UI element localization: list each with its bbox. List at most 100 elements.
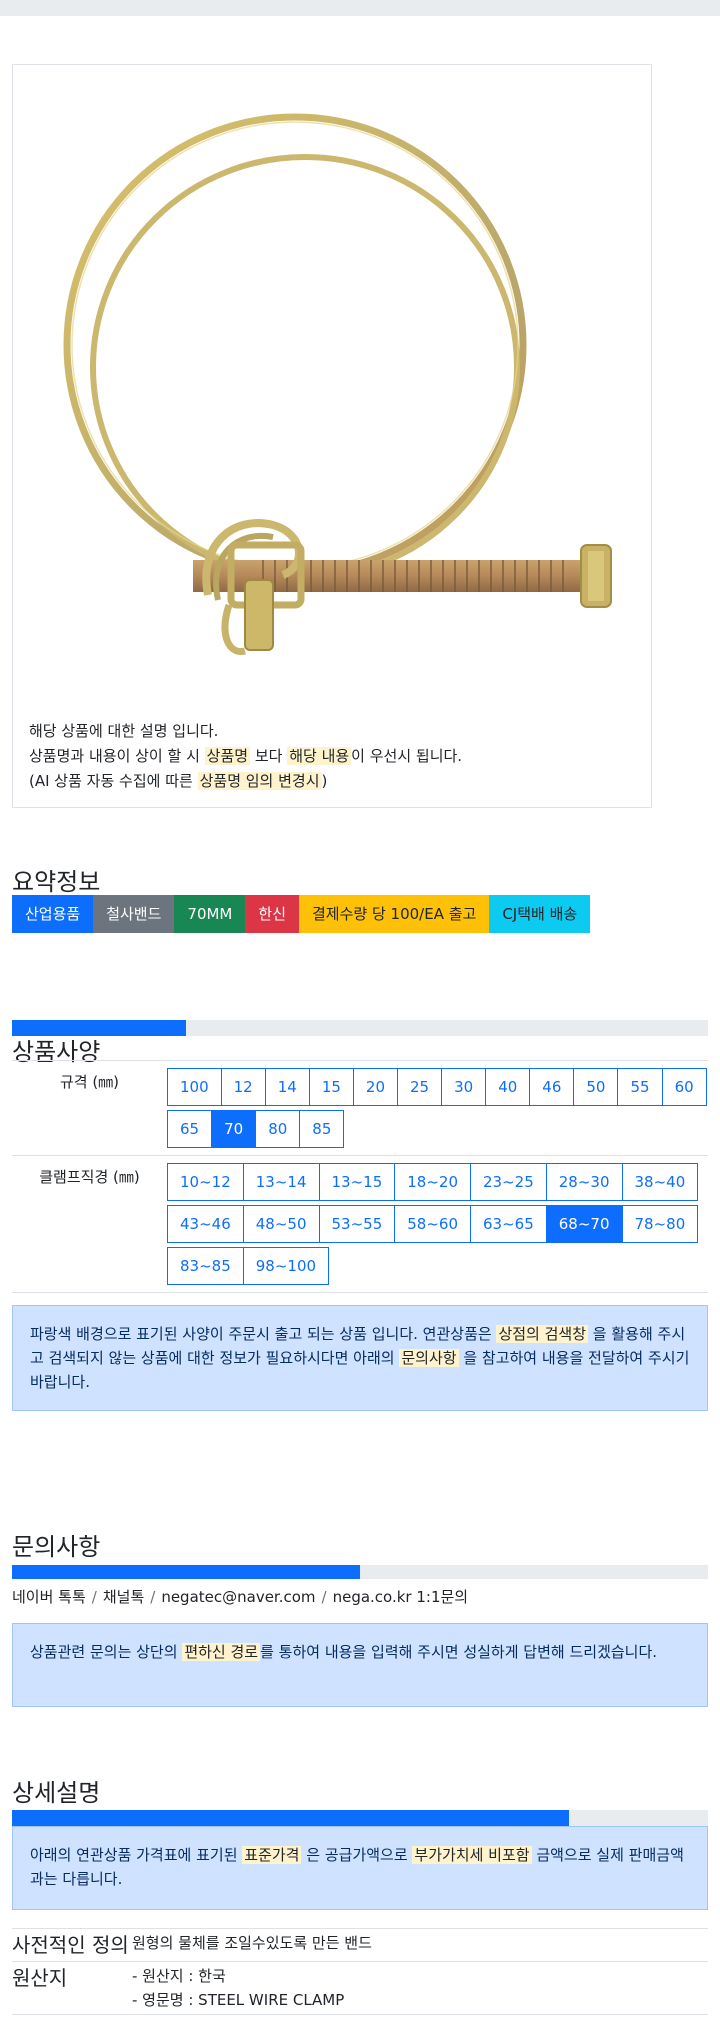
spec-label: 클램프직경 (㎜) — [39, 1168, 140, 1186]
progress-fill — [12, 1565, 360, 1579]
detail-value: - 원산지 : 한국 - 영문명 : STEEL WIRE CLAMP — [132, 1962, 708, 2014]
separator: / — [91, 1588, 97, 1606]
spec-option-button[interactable]: 38~40 — [621, 1163, 699, 1201]
detail-notice: 아래의 연관상품 가격표에 표기된 표준가격 은 공급가액으로 부가가치세 비포… — [12, 1826, 708, 1910]
spec-option-button[interactable]: 28~30 — [545, 1163, 623, 1201]
desc-text: ) — [321, 772, 328, 790]
inquiry-notice: 상품관련 문의는 상단의 편하신 경로 를 통하여 내용을 입력해 주시면 성실하… — [12, 1623, 708, 1707]
detail-key: 사전적인 정의 — [12, 1933, 129, 1957]
spec-row: 클램프직경 (㎜) 10~12 13~14 13~15 18~20 23~25 28~30 3… — [12, 1156, 708, 1293]
notice-text: 파랑색 배경으로 표기된 사양이 주문시 출고 되는 상품 입니다. 연관상품은 — [30, 1325, 497, 1343]
desc-line-2: 상품명과 내용이 상이 할 시 상품명 보다 해당 내용 이 우선시 됩니다. — [29, 744, 462, 769]
desc-line-3: (AI 상품 자동 수집에 따른 상품명 임의 변경시) — [29, 769, 462, 794]
spec-option-button[interactable]: 60 — [661, 1068, 707, 1106]
highlight: 문의사항 — [399, 1349, 459, 1367]
highlight: 상품명 — [204, 747, 251, 765]
desc-line-1: 해당 상품에 대한 설명 입니다. — [29, 722, 219, 740]
spec-table: 규격 (㎜) 100 12 14 15 20 25 30 40 46 50 55 60 65 70 80 85 클… — [12, 1060, 708, 1293]
spec-option-button[interactable]: 50 — [573, 1068, 619, 1106]
spec-option-button[interactable]: 63~65 — [470, 1205, 547, 1243]
highlight: 표준가격 — [242, 1846, 302, 1864]
detail-row: 원산지 - 원산지 : 한국 - 영문명 : STEEL WIRE CLAMP — [12, 1962, 708, 2015]
highlight: 해당 내용 — [287, 747, 352, 765]
spec-option-button[interactable]: 70 — [211, 1110, 257, 1148]
spec-option-button[interactable]: 10~12 — [167, 1163, 244, 1201]
spec-option-button[interactable]: 12 — [220, 1068, 266, 1106]
spec-notice: 파랑색 배경으로 표기된 사양이 주문시 출고 되는 상품 입니다. 연관상품은… — [12, 1305, 708, 1411]
contact-channels: 네이버 톡톡 / 채널톡 / negatec@naver.com / nega.co.kr … — [12, 1586, 468, 1607]
desc-text: 이 우선시 됩니다. — [351, 747, 463, 765]
summary-badge: 70MM — [174, 895, 246, 933]
highlight: 상점의 검색창 — [496, 1325, 589, 1343]
spec-option-button[interactable]: 48~50 — [242, 1205, 320, 1243]
spec-option-button[interactable]: 13~15 — [318, 1163, 396, 1201]
detail-table: 사전적인 정의 원형의 물체를 조일수있도록 만든 밴드원산지 - 원산지 : 한국… — [12, 1928, 708, 2015]
spec-option-button[interactable]: 65 — [167, 1110, 213, 1148]
spec-option-button[interactable]: 14 — [264, 1068, 310, 1106]
top-bar — [0, 0, 720, 16]
spec-option-button[interactable]: 55 — [617, 1068, 663, 1106]
spec-option-button[interactable]: 46 — [529, 1068, 575, 1106]
detail-value-line: - 영문명 : STEEL WIRE CLAMP — [132, 1991, 345, 2009]
spec-option-button[interactable]: 18~20 — [394, 1163, 471, 1201]
detail-title: 상세설명 — [12, 1779, 101, 1807]
product-card: 해당 상품에 대한 설명 입니다. 상품명과 내용이 상이 할 시 상품명 보다… — [12, 64, 652, 808]
notice-text: 를 통하여 내용을 입력해 주시면 성실하게 답변해 드리겠습니다. — [260, 1643, 658, 1661]
notice-text: 은 공급가액으로 — [301, 1846, 413, 1864]
contact-link[interactable]: nega.co.kr 1:1문의 — [333, 1588, 469, 1606]
summary-badge: 결제수량 당 100/EA 출고 — [299, 895, 490, 933]
spec-option-button[interactable]: 80 — [255, 1110, 301, 1148]
spec-option-button[interactable]: 85 — [299, 1110, 345, 1148]
detail-value-line: 원형의 물체를 조일수있도록 만든 밴드 — [132, 1934, 372, 1952]
spec-option-button[interactable]: 43~46 — [167, 1205, 244, 1243]
highlight: 부가가치세 비포함 — [412, 1846, 532, 1864]
spec-option-button[interactable]: 25 — [397, 1068, 443, 1106]
product-description: 해당 상품에 대한 설명 입니다. 상품명과 내용이 상이 할 시 상품명 보다… — [29, 719, 462, 794]
spec-option-button[interactable]: 78~80 — [621, 1205, 699, 1243]
desc-text: 상품명과 내용이 상이 할 시 — [29, 747, 205, 765]
inquiry-progress-bar — [12, 1565, 708, 1579]
inquiry-title: 문의사항 — [12, 1533, 101, 1561]
highlight: 상품명 임의 변경시 — [197, 772, 322, 790]
detail-progress-bar — [12, 1810, 708, 1826]
spec-options: 100 12 14 15 20 25 30 40 46 50 55 60 65 70 80 85 — [167, 1061, 708, 1155]
spec-option-button[interactable]: 20 — [352, 1068, 399, 1106]
contact-link[interactable]: negatec@naver.com — [161, 1588, 315, 1606]
spec-option-button[interactable]: 98~100 — [242, 1247, 330, 1285]
specs-progress-bar — [12, 1020, 708, 1036]
notice-text: 아래의 연관상품 가격표에 표기된 — [30, 1846, 243, 1864]
spec-option-button[interactable]: 83~85 — [167, 1247, 244, 1285]
spec-option-button[interactable]: 58~60 — [394, 1205, 471, 1243]
spec-option-button[interactable]: 68~70 — [545, 1205, 623, 1243]
contact-link[interactable]: 채널톡 — [103, 1588, 144, 1606]
desc-text: (AI 상품 자동 수집에 따른 — [29, 772, 198, 790]
spec-label: 규격 (㎜) — [59, 1073, 120, 1091]
separator: / — [321, 1588, 327, 1606]
detail-value: 원형의 물체를 조일수있도록 만든 밴드 — [132, 1929, 708, 1961]
contact-link[interactable]: 네이버 톡톡 — [12, 1588, 86, 1606]
notice-text: 상품관련 문의는 상단의 — [30, 1643, 183, 1661]
summary-badge: 산업용품 — [12, 895, 94, 933]
spec-option-button[interactable]: 15 — [308, 1068, 354, 1106]
spec-option-button[interactable]: 100 — [167, 1068, 222, 1106]
spec-option-button[interactable]: 23~25 — [470, 1163, 547, 1201]
summary-badges: 산업용품 철사밴드 70MM 한신 결제수량 당 100/EA 출고 CJ택배 배송 — [12, 895, 591, 933]
spec-option-button[interactable]: 13~14 — [242, 1163, 320, 1201]
detail-row: 사전적인 정의 원형의 물체를 조일수있도록 만든 밴드 — [12, 1929, 708, 1962]
detail-key: 원산지 — [12, 1966, 68, 1990]
summary-badge: 한신 — [245, 895, 299, 933]
summary-title: 요약정보 — [12, 868, 101, 896]
spec-options: 10~12 13~14 13~15 18~20 23~25 28~30 38~40 43~46… — [167, 1156, 708, 1292]
summary-badge: 철사밴드 — [93, 895, 175, 933]
progress-fill — [12, 1810, 569, 1826]
desc-text: 보다 — [250, 747, 288, 765]
product-image — [63, 113, 612, 655]
detail-value-line: - 원산지 : 한국 — [132, 1967, 226, 1985]
spec-option-button[interactable]: 40 — [485, 1068, 531, 1106]
summary-badge: CJ택배 배송 — [489, 895, 591, 933]
spec-option-button[interactable]: 30 — [441, 1068, 487, 1106]
highlight: 편하신 경로 — [182, 1643, 261, 1661]
spec-option-button[interactable]: 53~55 — [318, 1205, 396, 1243]
spec-row: 규격 (㎜) 100 12 14 15 20 25 30 40 46 50 55 60 65 70 80 85 — [12, 1061, 708, 1156]
separator: / — [150, 1588, 156, 1606]
